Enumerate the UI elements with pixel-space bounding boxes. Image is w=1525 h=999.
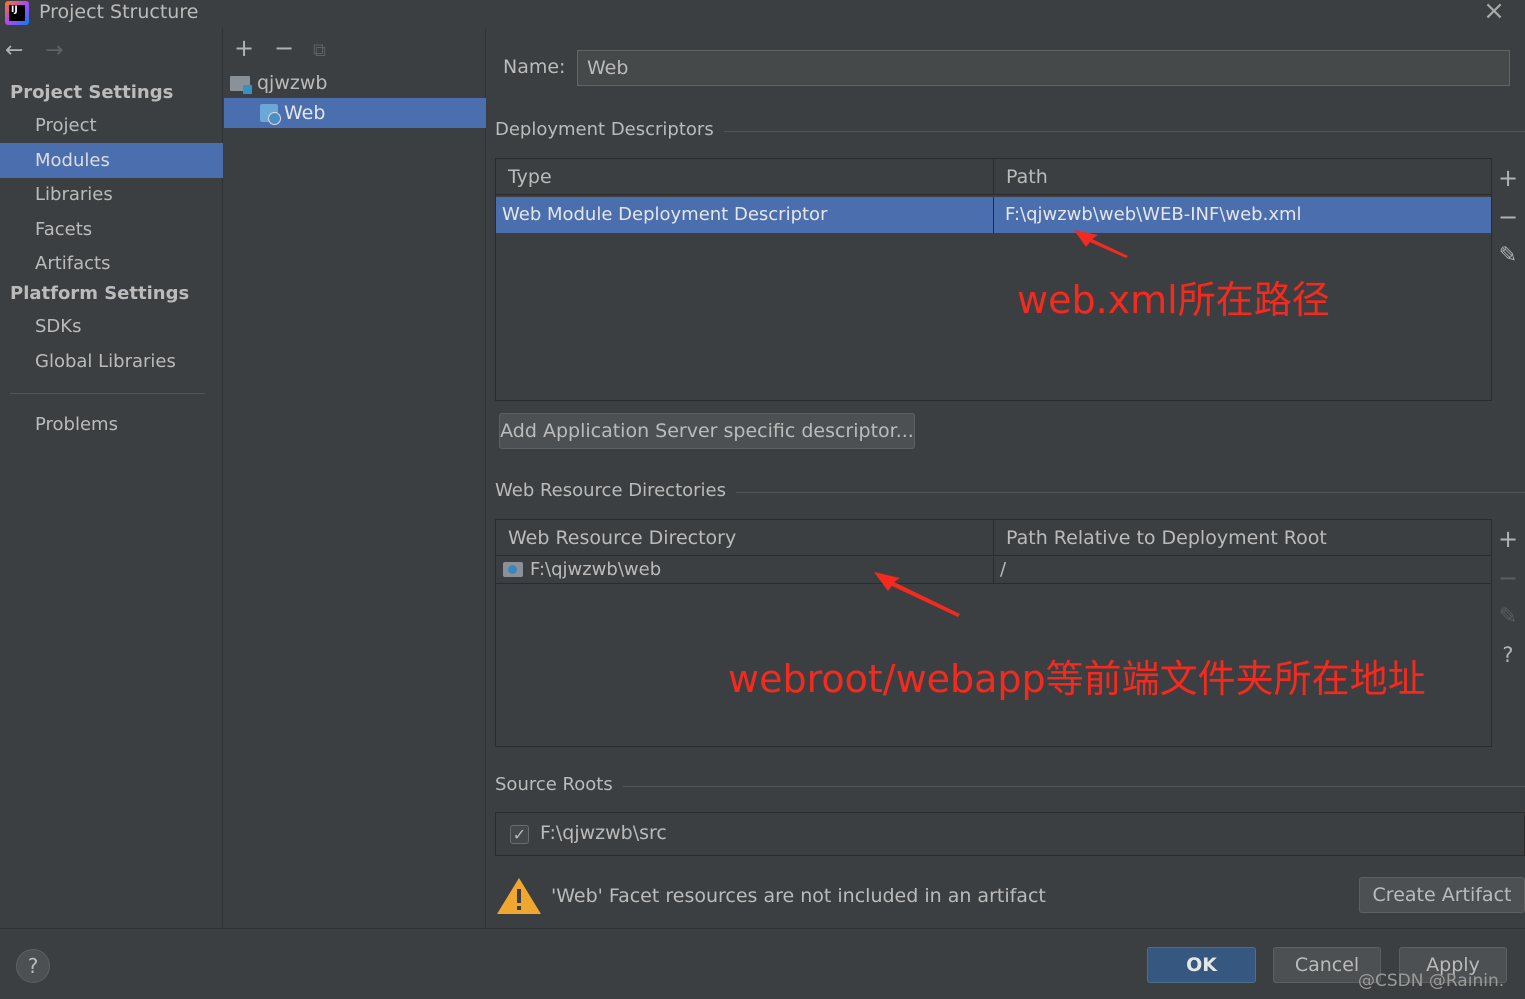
back-arrow-icon[interactable]: ← [5, 38, 23, 63]
tree-node-label: Web [284, 102, 326, 124]
tree-node-module[interactable]: qjwzwb [224, 68, 486, 98]
web-facet-icon [260, 104, 281, 125]
add-server-descriptor-button[interactable]: Add Application Server specific descript… [499, 413, 915, 449]
web-resource-toolbar: + − ✎ ? [1491, 519, 1523, 747]
window-title: Project Structure [39, 1, 199, 23]
add-icon[interactable]: + [234, 34, 254, 62]
sidebar-divider [10, 393, 205, 394]
column-header-path[interactable]: Path [994, 159, 1491, 195]
forward-arrow-icon[interactable]: → [45, 38, 63, 63]
watermark: @CSDN @Rainin. [1358, 971, 1505, 991]
source-root-path: F:\qjwzwb\src [540, 822, 667, 844]
deployment-descriptors-title: Deployment Descriptors [495, 119, 724, 140]
annotation-arrow-icon [874, 572, 960, 617]
tree-node-label: qjwzwb [257, 72, 328, 94]
descriptor-path-cell: F:\qjwzwb\web\WEB-INF\web.xml [1005, 204, 1302, 225]
module-folder-icon [230, 76, 252, 94]
create-artifact-button[interactable]: Create Artifact [1359, 877, 1525, 913]
descriptor-toolbar: + − ✎ [1491, 158, 1523, 401]
name-input[interactable]: Web [577, 50, 1510, 86]
help-button[interactable]: ? [16, 949, 50, 983]
annotation-arrow-icon [1074, 230, 1128, 258]
column-header-type[interactable]: Type [496, 159, 994, 195]
ok-button[interactable]: OK [1147, 947, 1256, 983]
settings-sidebar: ← → Project Settings Project Modules Lib… [0, 28, 223, 928]
tree-node-web-facet[interactable]: Web [224, 98, 486, 128]
source-roots-list: ✓ F:\qjwzwb\src [495, 812, 1525, 856]
sidebar-item-libraries[interactable]: Libraries [0, 177, 223, 212]
dialog-footer: ? OK Cancel Apply [0, 928, 1525, 999]
column-header-relative-path[interactable]: Path Relative to Deployment Root [994, 520, 1491, 556]
annotation-webroot-path: webroot/webapp等前端文件夹所在地址 [728, 657, 1426, 701]
table-header: Web Resource Directory Path Relative to … [496, 520, 1491, 556]
web-resource-directories-table: Web Resource Directory Path Relative to … [495, 519, 1492, 747]
add-icon[interactable]: + [1498, 166, 1518, 190]
sidebar-item-facets[interactable]: Facets [0, 212, 223, 247]
sidebar-item-modules[interactable]: Modules [0, 143, 223, 178]
close-icon[interactable]: × [1480, 0, 1508, 26]
warning-icon [497, 878, 541, 914]
logo-text: IJ [9, 5, 25, 21]
relative-path-cell: / [1000, 559, 1007, 580]
help-icon[interactable]: ? [1498, 643, 1518, 667]
sidebar-item-sdks[interactable]: SDKs [0, 309, 223, 344]
sidebar-item-global-libraries[interactable]: Global Libraries [0, 344, 223, 379]
edit-icon[interactable]: ✎ [1498, 605, 1518, 629]
annotation-webxml-path: web.xml所在路径 [1017, 278, 1330, 322]
title-bar: IJ Project Structure × [0, 0, 1525, 28]
source-roots-title: Source Roots [495, 774, 623, 795]
table-header: Type Path [496, 159, 1491, 195]
web-resource-directories-title: Web Resource Directories [495, 480, 736, 501]
name-label: Name: [503, 56, 566, 78]
warning-message: 'Web' Facet resources are not included i… [551, 885, 1046, 907]
remove-icon[interactable]: − [1498, 566, 1518, 590]
copy-icon[interactable]: ⧉ [313, 37, 326, 65]
sidebar-item-project[interactable]: Project [0, 108, 223, 143]
source-root-checkbox[interactable]: ✓ [510, 825, 529, 844]
project-settings-heading: Project Settings [10, 82, 174, 103]
web-folder-icon [503, 562, 523, 577]
remove-icon[interactable]: − [274, 34, 294, 62]
group-separator [495, 786, 1525, 787]
sidebar-item-problems[interactable]: Problems [0, 407, 223, 442]
facet-settings-panel: Name: Web Deployment Descriptors Type Pa… [487, 28, 1525, 928]
platform-settings-heading: Platform Settings [10, 283, 190, 304]
remove-icon[interactable]: − [1498, 205, 1518, 229]
column-header-web-resource-directory[interactable]: Web Resource Directory [496, 520, 994, 556]
table-row[interactable]: F:\qjwzwb\web / [496, 557, 1491, 584]
edit-icon[interactable]: ✎ [1498, 244, 1518, 268]
table-row[interactable]: Web Module Deployment Descriptor F:\qjwz… [496, 197, 1491, 233]
module-tree-panel: + − ⧉ qjwzwb Web [224, 28, 486, 928]
intellij-logo-icon: IJ [5, 1, 29, 25]
descriptor-type-cell: Web Module Deployment Descriptor [496, 197, 994, 233]
deployment-descriptors-table: Type Path Web Module Deployment Descript… [495, 158, 1492, 401]
add-icon[interactable]: + [1498, 527, 1518, 551]
sidebar-item-artifacts[interactable]: Artifacts [0, 246, 223, 281]
